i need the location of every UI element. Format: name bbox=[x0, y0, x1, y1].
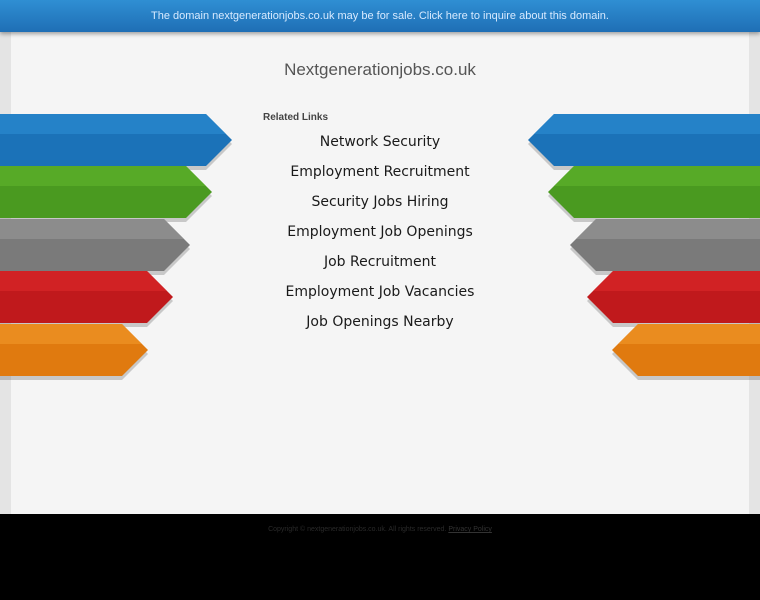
arrow-highlight bbox=[0, 271, 167, 291]
related-link[interactable]: Security Jobs Hiring bbox=[240, 190, 520, 220]
right-arrow-graphic bbox=[528, 114, 760, 380]
footer-copyright: Copyright © nextgenerationjobs.co.uk. Al… bbox=[268, 526, 447, 533]
arrow-highlight bbox=[593, 271, 760, 291]
related-links-heading: Related Links bbox=[263, 112, 329, 123]
footer: Copyright © nextgenerationjobs.co.uk. Al… bbox=[0, 514, 760, 600]
arrow-highlight bbox=[0, 114, 226, 134]
arrow-highlight bbox=[534, 114, 760, 134]
privacy-policy-link[interactable]: Privacy Policy bbox=[448, 526, 492, 533]
related-link[interactable]: Employment Recruitment bbox=[240, 160, 520, 190]
arrow-highlight bbox=[0, 219, 184, 239]
sale-banner[interactable]: The domain nextgenerationjobs.co.uk may … bbox=[0, 0, 760, 32]
sale-banner-text[interactable]: The domain nextgenerationjobs.co.uk may … bbox=[151, 10, 609, 22]
domain-title: Nextgenerationjobs.co.uk bbox=[284, 60, 476, 79]
related-link[interactable]: Job Openings Nearby bbox=[240, 310, 520, 340]
arrow-highlight bbox=[576, 219, 760, 239]
footer-text: Copyright © nextgenerationjobs.co.uk. Al… bbox=[0, 526, 760, 533]
arrow-highlight bbox=[618, 324, 760, 344]
related-link[interactable]: Network Security bbox=[240, 130, 520, 160]
arrow-highlight bbox=[554, 166, 760, 186]
arrow-highlight bbox=[0, 166, 206, 186]
related-links-list: Network Security Employment Recruitment … bbox=[240, 130, 520, 340]
related-link[interactable]: Employment Job Vacancies bbox=[240, 280, 520, 310]
related-link[interactable]: Job Recruitment bbox=[240, 250, 520, 280]
left-arrow-graphic bbox=[0, 114, 232, 380]
arrow-highlight bbox=[0, 324, 142, 344]
related-link[interactable]: Employment Job Openings bbox=[240, 220, 520, 250]
